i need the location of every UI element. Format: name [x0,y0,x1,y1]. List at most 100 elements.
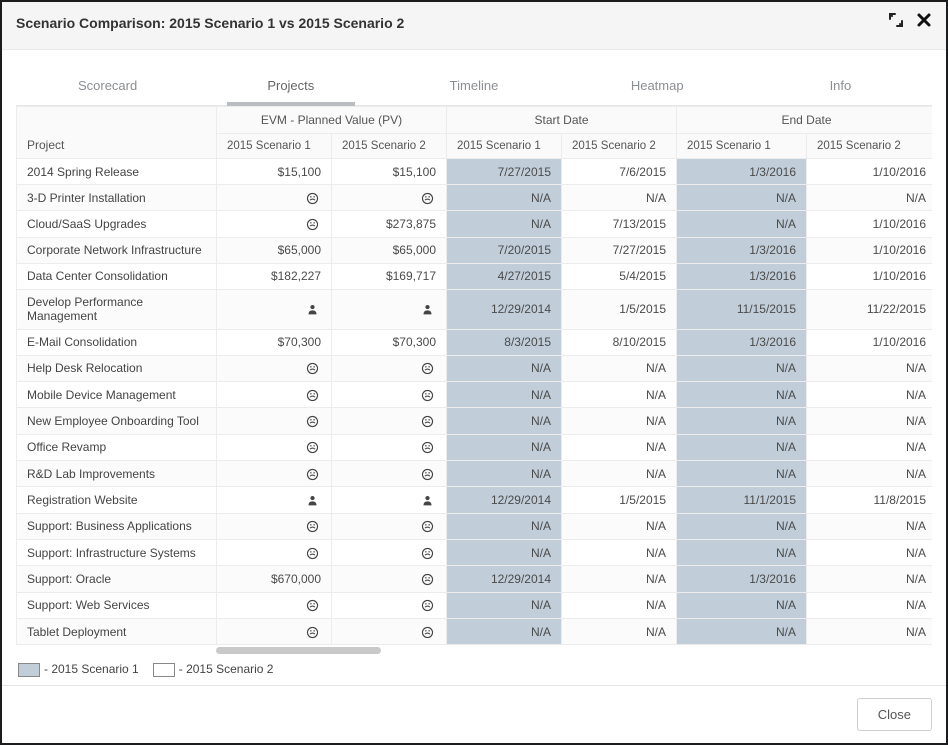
dialog-title: Scenario Comparison: 2015 Scenario 1 vs … [16,15,404,31]
project-name: 3-D Printer Installation [17,185,217,211]
cell-ed2: 11/22/2015 [807,289,933,329]
table-body: 2014 Spring Release$15,100$15,1007/27/20… [17,159,933,645]
cell-ed2: 1/10/2016 [807,329,933,355]
cell-ed2: N/A [807,185,933,211]
col-sd-s1: 2015 Scenario 1 [447,134,562,159]
na-icon [217,381,332,407]
cell-ed2: N/A [807,566,933,592]
table-row: Support: Infrastructure SystemsN/AN/AN/A… [17,539,933,565]
na-icon [217,185,332,211]
cell-sd2: N/A [562,566,677,592]
cell-sd2: N/A [562,539,677,565]
cell-ed1: N/A [677,408,807,434]
person-icon [217,289,332,329]
col-sd-s2: 2015 Scenario 2 [562,134,677,159]
table-row: Registration Website12/29/20141/5/201511… [17,487,933,513]
cell-ed2: 1/10/2016 [807,211,933,237]
project-name: Registration Website [17,487,217,513]
na-icon [332,434,447,460]
cell-ed1: 1/3/2016 [677,566,807,592]
cell-ed1: 11/15/2015 [677,289,807,329]
cell-sd1: 7/20/2015 [447,237,562,263]
cell-pv2: $70,300 [332,329,447,355]
project-name: Corporate Network Infrastructure [17,237,217,263]
legend-s2: - 2015 Scenario 2 [153,662,274,677]
tab-info[interactable]: Info [749,64,932,105]
legend-s1: - 2015 Scenario 1 [18,662,139,677]
table-row: Corporate Network Infrastructure$65,000$… [17,237,933,263]
cell-ed2: N/A [807,408,933,434]
cell-ed1: N/A [677,618,807,644]
expand-icon[interactable] [888,12,904,33]
cell-pv1: $670,000 [217,566,332,592]
table-row: Office RevampN/AN/AN/AN/A [17,434,933,460]
cell-sd2: 7/6/2015 [562,159,677,185]
cell-ed2: 11/8/2015 [807,487,933,513]
col-ed-s1: 2015 Scenario 1 [677,134,807,159]
person-icon [217,487,332,513]
na-icon [217,408,332,434]
table-row: Develop Performance Management12/29/2014… [17,289,933,329]
cell-ed1: N/A [677,381,807,407]
cell-ed1: N/A [677,434,807,460]
dialog-frame: Scenario Comparison: 2015 Scenario 1 vs … [0,0,948,745]
person-icon [332,487,447,513]
na-icon [332,381,447,407]
cell-pv2: $65,000 [332,237,447,263]
cell-ed1: N/A [677,513,807,539]
project-name: Support: Business Applications [17,513,217,539]
col-pv-s1: 2015 Scenario 1 [217,134,332,159]
cell-sd2: 5/4/2015 [562,263,677,289]
table-row: Tablet DeploymentN/AN/AN/AN/A [17,618,933,644]
cell-sd2: N/A [562,185,677,211]
na-icon [332,185,447,211]
cell-ed2: N/A [807,434,933,460]
dialog-body: Scorecard Projects Timeline Heatmap Info… [2,50,946,685]
horizontal-scrollbar[interactable] [16,647,932,652]
cell-sd1: N/A [447,408,562,434]
tab-scorecard[interactable]: Scorecard [16,64,199,105]
cell-sd2: N/A [562,460,677,486]
cell-ed2: N/A [807,513,933,539]
tab-projects[interactable]: Projects [199,64,382,105]
tab-timeline[interactable]: Timeline [382,64,565,105]
cell-ed1: N/A [677,592,807,618]
table-row: 2014 Spring Release$15,100$15,1007/27/20… [17,159,933,185]
cell-sd2: N/A [562,618,677,644]
project-name: 2014 Spring Release [17,159,217,185]
project-name: R&D Lab Improvements [17,460,217,486]
cell-pv1: $15,100 [217,159,332,185]
dialog-controls [888,12,932,33]
close-icon[interactable] [916,12,932,33]
cell-ed2: N/A [807,618,933,644]
cell-ed1: 1/3/2016 [677,329,807,355]
close-button[interactable]: Close [857,698,932,731]
comparison-table: Project EVM - Planned Value (PV) Start D… [16,106,932,645]
project-name: New Employee Onboarding Tool [17,408,217,434]
project-name: Tablet Deployment [17,618,217,644]
dialog-header: Scenario Comparison: 2015 Scenario 1 vs … [2,2,946,50]
cell-ed1: N/A [677,539,807,565]
cell-pv1: $65,000 [217,237,332,263]
col-project: Project [17,107,217,159]
table-row: Support: Web ServicesN/AN/AN/AN/A [17,592,933,618]
scrollbar-thumb[interactable] [216,647,381,654]
cell-pv1: $70,300 [217,329,332,355]
project-name: Data Center Consolidation [17,263,217,289]
cell-pv2: $169,717 [332,263,447,289]
cell-ed1: N/A [677,185,807,211]
cell-sd1: 12/29/2014 [447,566,562,592]
na-icon [217,513,332,539]
tab-heatmap[interactable]: Heatmap [566,64,749,105]
project-name: Support: Infrastructure Systems [17,539,217,565]
cell-sd1: 12/29/2014 [447,487,562,513]
cell-ed2: N/A [807,381,933,407]
cell-sd2: N/A [562,513,677,539]
cell-ed2: N/A [807,460,933,486]
cell-ed1: N/A [677,355,807,381]
na-icon [217,618,332,644]
project-name: E-Mail Consolidation [17,329,217,355]
cell-ed1: N/A [677,211,807,237]
table-container: Project EVM - Planned Value (PV) Start D… [16,106,932,685]
cell-sd2: 7/27/2015 [562,237,677,263]
